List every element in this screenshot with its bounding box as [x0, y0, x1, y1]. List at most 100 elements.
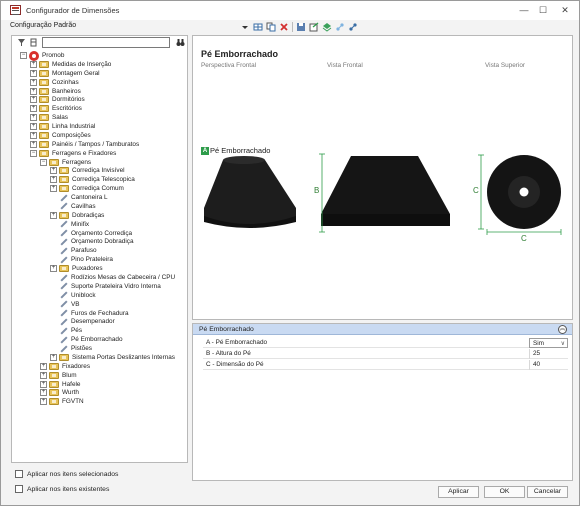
layers-icon[interactable] — [322, 22, 332, 32]
tree-node[interactable]: Pés — [50, 326, 82, 335]
chevron-down-icon[interactable]: ∨ — [561, 339, 565, 349]
tree-node[interactable]: Orçamento Corrediça — [50, 229, 132, 238]
binoculars-icon[interactable] — [176, 38, 185, 47]
tree-node[interactable]: + Composições — [30, 131, 91, 140]
export-icon[interactable] — [309, 22, 319, 32]
tree-node[interactable]: VB — [50, 300, 80, 309]
property-value-field[interactable]: 40 — [529, 360, 568, 370]
property-value-select[interactable]: Sim ∨ — [529, 338, 568, 348]
apply-existing-checkbox[interactable] — [15, 485, 23, 493]
collapse-icon[interactable]: − — [30, 149, 37, 157]
expand-icon[interactable]: + — [40, 389, 47, 397]
dropdown-arrow-icon[interactable] — [240, 22, 250, 32]
expand-icon[interactable]: + — [30, 69, 37, 77]
tree-node[interactable]: − Promob — [20, 50, 64, 61]
tree-node[interactable]: + Linha Industrial — [30, 122, 95, 131]
tree-node[interactable]: + Sistema Portas Deslizantes Internas — [50, 353, 175, 362]
expand-icon[interactable]: + — [50, 353, 57, 361]
property-value-field[interactable]: 25 — [529, 349, 568, 359]
delete-icon[interactable] — [279, 22, 289, 32]
expand-icon[interactable]: + — [30, 60, 37, 68]
tree-node[interactable]: Pino Prateleira — [50, 255, 113, 264]
tree-node-label: Fixadores — [62, 362, 91, 370]
tree-node[interactable]: Rodízios Mesas de Cabeceira / CPU — [50, 273, 175, 282]
link-icon[interactable] — [335, 22, 345, 32]
tree-node[interactable]: Furos de Fechadura — [50, 309, 129, 318]
tree-node[interactable]: Cavilhas — [50, 202, 96, 211]
apply-existing-option[interactable]: Aplicar nos itens existentes — [15, 484, 109, 494]
tree-node[interactable]: + Salas — [30, 113, 68, 122]
collapse-icon[interactable]: − — [40, 158, 47, 166]
expand-icon[interactable]: + — [40, 362, 47, 370]
tree-node[interactable]: + Corrediça Invisível — [50, 166, 125, 175]
tree-node[interactable]: Uniblock — [50, 291, 96, 300]
apply-button[interactable]: Aplicar — [438, 486, 479, 498]
ok-button[interactable]: OK — [484, 486, 525, 498]
expand-icon[interactable]: + — [30, 123, 37, 131]
property-row-b[interactable]: B - Altura do Pé 25 — [203, 349, 568, 359]
collapse-up-icon[interactable]: ︽ — [558, 325, 567, 334]
expand-icon[interactable]: + — [50, 167, 57, 175]
close-button[interactable]: ✕ — [552, 3, 578, 17]
apply-selected-checkbox[interactable] — [15, 470, 23, 478]
expand-icon[interactable]: + — [30, 96, 37, 104]
tree-node[interactable]: + Puxadores — [50, 264, 103, 273]
expand-icon[interactable]: + — [40, 398, 47, 406]
tree-node[interactable]: Pistões — [50, 344, 92, 353]
save-icon[interactable] — [296, 22, 306, 32]
expand-icon[interactable]: + — [30, 87, 37, 95]
tree-node[interactable]: Suporte Prateleira Vidro Interna — [50, 282, 161, 291]
apply-selected-option[interactable]: Aplicar nos itens selecionados — [15, 469, 118, 479]
filter-icon[interactable] — [17, 38, 26, 47]
tree-node[interactable]: + Montagem Geral — [30, 69, 100, 78]
tree-node[interactable]: Minifix — [50, 220, 89, 229]
expand-icon[interactable]: + — [50, 211, 57, 219]
tree-node[interactable]: Desempenador — [50, 317, 115, 326]
unlink-icon[interactable] — [348, 22, 358, 32]
expand-icon[interactable]: + — [30, 140, 37, 148]
tree-node[interactable]: Parafuso — [50, 246, 97, 255]
tree-node[interactable]: + Corrediça Telescopica — [50, 175, 135, 184]
expand-icon[interactable]: + — [30, 105, 37, 113]
tree-node[interactable]: + Dobradiças — [50, 211, 104, 220]
tree-node[interactable]: + Escritórios — [30, 104, 82, 113]
tree-node[interactable]: Pé Emborrachado — [50, 335, 123, 344]
properties-header[interactable]: Pé Emborrachado ︽ — [193, 324, 572, 335]
property-row-a[interactable]: A - Pé Emborrachado Sim ∨ — [203, 338, 568, 348]
tree-node-label: FGVTN — [62, 398, 84, 406]
tree-node[interactable]: + Corrediça Comum — [50, 184, 124, 193]
tree-node-label: Composições — [52, 131, 91, 139]
grid-table-icon[interactable] — [253, 22, 263, 32]
tree-node[interactable]: + Painéis / Tampos / Tamburatos — [30, 140, 139, 149]
tree-node[interactable]: + Banheiros — [30, 87, 81, 96]
column-view-icon[interactable] — [29, 38, 38, 47]
tree-node[interactable]: + FGVTN — [40, 397, 84, 406]
expand-icon[interactable]: + — [50, 265, 57, 273]
dimension-label-b: B — [314, 186, 320, 195]
tree-node[interactable]: − Ferragens — [40, 158, 91, 167]
apply-selected-label: Aplicar nos itens selecionados — [27, 470, 119, 478]
tree-node[interactable]: − Ferragens e Fixadores — [30, 149, 116, 158]
tree-node[interactable]: + Blum — [40, 371, 77, 380]
tree-node[interactable]: + Fixadores — [40, 362, 90, 371]
tree-node[interactable]: Orçamento Dobradiça — [50, 237, 134, 246]
expand-icon[interactable]: + — [40, 371, 47, 379]
tree-node[interactable]: + Wurth — [40, 388, 79, 397]
tree-node[interactable]: Cantoneira L — [50, 193, 108, 202]
tree-node[interactable]: + Hafele — [40, 380, 80, 389]
expand-icon[interactable]: + — [30, 131, 37, 139]
expand-icon[interactable]: + — [40, 380, 47, 388]
tree-node[interactable]: + Dormitórios — [30, 95, 85, 104]
expand-icon[interactable]: + — [50, 176, 57, 184]
copy-icon[interactable] — [266, 22, 276, 32]
item-icon — [59, 282, 68, 290]
expand-icon[interactable]: + — [30, 114, 37, 122]
expand-icon[interactable]: + — [30, 78, 37, 86]
collapse-icon[interactable]: − — [20, 52, 27, 59]
expand-icon[interactable]: + — [50, 185, 57, 193]
tree-search-input[interactable] — [42, 37, 170, 48]
cancel-button[interactable]: Cancelar — [527, 486, 568, 498]
tree-node[interactable]: + Medidas de Inserção — [30, 60, 111, 69]
property-row-c[interactable]: C - Dimensão do Pé 40 — [203, 360, 568, 370]
tree-node[interactable]: + Cozinhas — [30, 78, 79, 87]
